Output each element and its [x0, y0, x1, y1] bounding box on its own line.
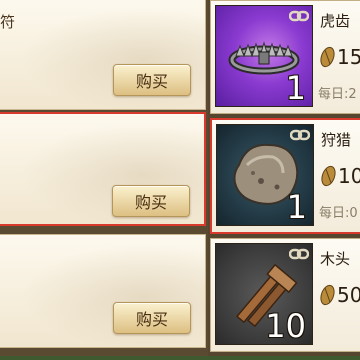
price-row: 15 — [320, 45, 360, 69]
seed-currency-icon — [320, 284, 335, 306]
seed-currency-icon — [321, 165, 336, 187]
price-row: 10 — [321, 164, 360, 188]
buy-button[interactable]: 购买 — [113, 64, 191, 96]
item-quantity: 10 — [265, 307, 306, 345]
chain-link-icon — [289, 10, 309, 22]
shop-entry-2[interactable]: 购买 — [0, 112, 206, 226]
shop-list: 符 购买 购买 购买 — [0, 0, 208, 360]
item-name: 木头 — [320, 250, 351, 268]
chain-link-icon — [289, 248, 309, 260]
item-card-bear-trap[interactable]: 1 虎齿 15 每日:2 — [210, 0, 360, 114]
chain-link-icon — [290, 129, 310, 141]
shop-entry-title: 符 — [0, 13, 16, 31]
item-image: 10 — [215, 243, 313, 345]
item-name: 虎齿 — [320, 12, 351, 30]
buy-button[interactable]: 购买 — [112, 185, 190, 217]
item-image: 1 — [215, 5, 313, 107]
item-card-wood[interactable]: 10 木头 50 — [210, 238, 360, 352]
seed-currency-icon — [320, 46, 335, 68]
item-price: 50 — [337, 283, 360, 307]
buy-button[interactable]: 购买 — [113, 302, 191, 334]
item-price: 10 — [338, 164, 360, 188]
shop-entry-3[interactable]: 购买 — [0, 234, 206, 348]
item-name: 狩猎 — [321, 131, 352, 149]
item-image: 1 — [216, 124, 314, 226]
item-quantity: 1 — [285, 69, 306, 107]
item-price: 15 — [337, 45, 360, 69]
shop-entry-1[interactable]: 符 购买 — [0, 0, 206, 110]
daily-limit: 每日:2 — [318, 87, 357, 102]
item-card-stone[interactable]: 1 狩猎 10 每日:0 — [210, 118, 360, 234]
item-list: 1 虎齿 15 每日:2 1 狩猎 10 每日:0 10 木头 50 — [208, 0, 360, 360]
next-item-edge — [0, 356, 360, 360]
item-quantity: 1 — [286, 188, 307, 226]
price-row: 50 — [320, 283, 360, 307]
daily-limit: 每日:0 — [319, 206, 358, 221]
